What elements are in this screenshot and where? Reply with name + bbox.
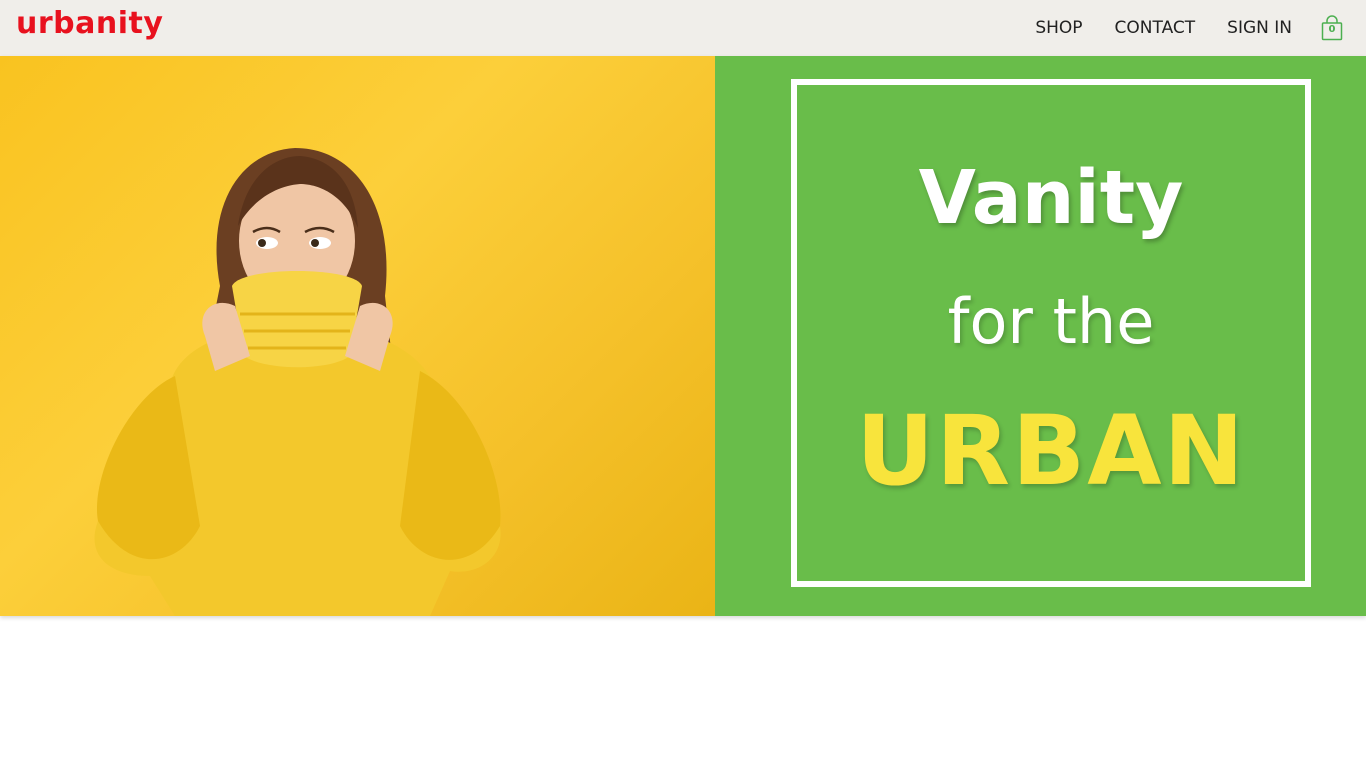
hero-banner: Vanity for the URBAN [0, 56, 1366, 616]
tagline-vanity: Vanity [918, 155, 1184, 241]
top-navbar: urbanity SHOP CONTACT SIGN IN 0 [0, 0, 1366, 56]
hero-tagline-panel: Vanity for the URBAN [715, 56, 1366, 616]
hero-image [0, 56, 715, 616]
cart-count: 0 [1328, 24, 1336, 35]
nav-link-contact[interactable]: CONTACT [1115, 18, 1196, 38]
nav-links: SHOP CONTACT SIGN IN 0 [1035, 0, 1366, 56]
tagline-urban: URBAN [856, 395, 1246, 507]
tagline-for-the: for the [947, 285, 1155, 358]
brand-logo[interactable]: urbanity [16, 6, 163, 41]
nav-link-sign-in[interactable]: SIGN IN [1227, 18, 1292, 38]
model-photo [94, 148, 501, 616]
cart-button[interactable]: 0 [1321, 15, 1343, 41]
tagline-frame: Vanity for the URBAN [791, 79, 1311, 587]
nav-link-shop[interactable]: SHOP [1035, 18, 1082, 38]
